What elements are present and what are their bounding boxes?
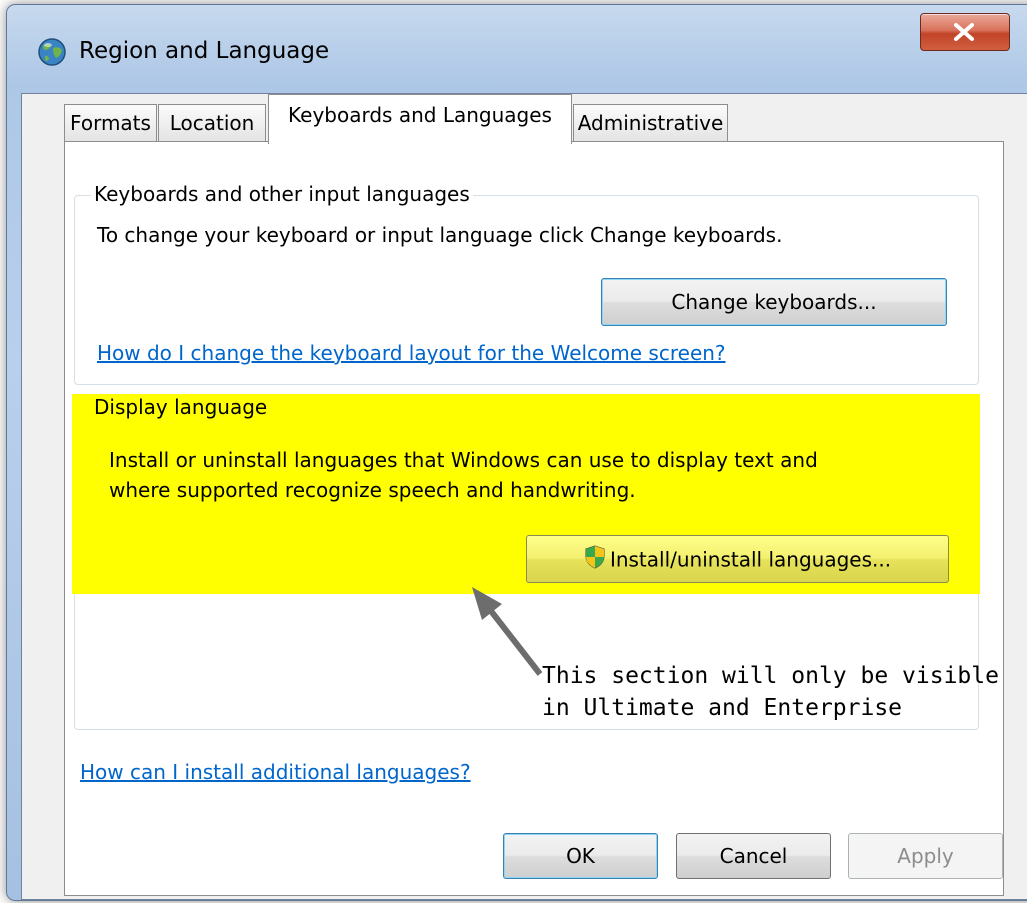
cancel-button[interactable]: Cancel [676,833,831,879]
keyboards-description: To change your keyboard or input languag… [97,223,783,247]
annotation-line2: in Ultimate and Enterprise [542,695,903,721]
globe-icon [37,36,69,68]
close-button[interactable] [920,13,1010,51]
ok-button[interactable]: OK [503,833,658,879]
annotation-text: This section will only be visible in Ult… [542,660,999,724]
install-uninstall-languages-button[interactable]: Install/uninstall languages... [526,535,949,583]
tab-location[interactable]: Location [158,104,266,142]
title-bar[interactable]: Region and Language [7,5,1027,91]
welcome-screen-layout-link[interactable]: How do I change the keyboard layout for … [97,341,726,365]
display-language-description-line1: Install or uninstall languages that Wind… [109,448,818,472]
apply-button[interactable]: Apply [848,833,1003,879]
tab-formats[interactable]: Formats [64,104,157,142]
install-uninstall-label: Install/uninstall languages... [609,547,892,571]
uac-shield-icon [584,544,606,574]
install-additional-languages-link[interactable]: How can I install additional languages? [80,760,471,784]
close-icon [954,23,974,41]
tab-administrative[interactable]: Administrative [573,104,728,142]
annotation-line1: This section will only be visible [542,663,999,689]
arrow-icon [472,587,543,676]
change-keyboards-button[interactable]: Change keyboards... [601,278,947,326]
tab-keyboards-and-languages[interactable]: Keyboards and Languages [268,94,572,144]
window-title: Region and Language [79,38,330,64]
display-language-group-title: Display language [91,395,271,419]
keyboards-group-box: Keyboards and other input languages To c… [74,182,979,385]
keyboards-group-title: Keyboards and other input languages [91,182,473,206]
display-language-description-line2: where supported recognize speech and han… [109,478,636,502]
